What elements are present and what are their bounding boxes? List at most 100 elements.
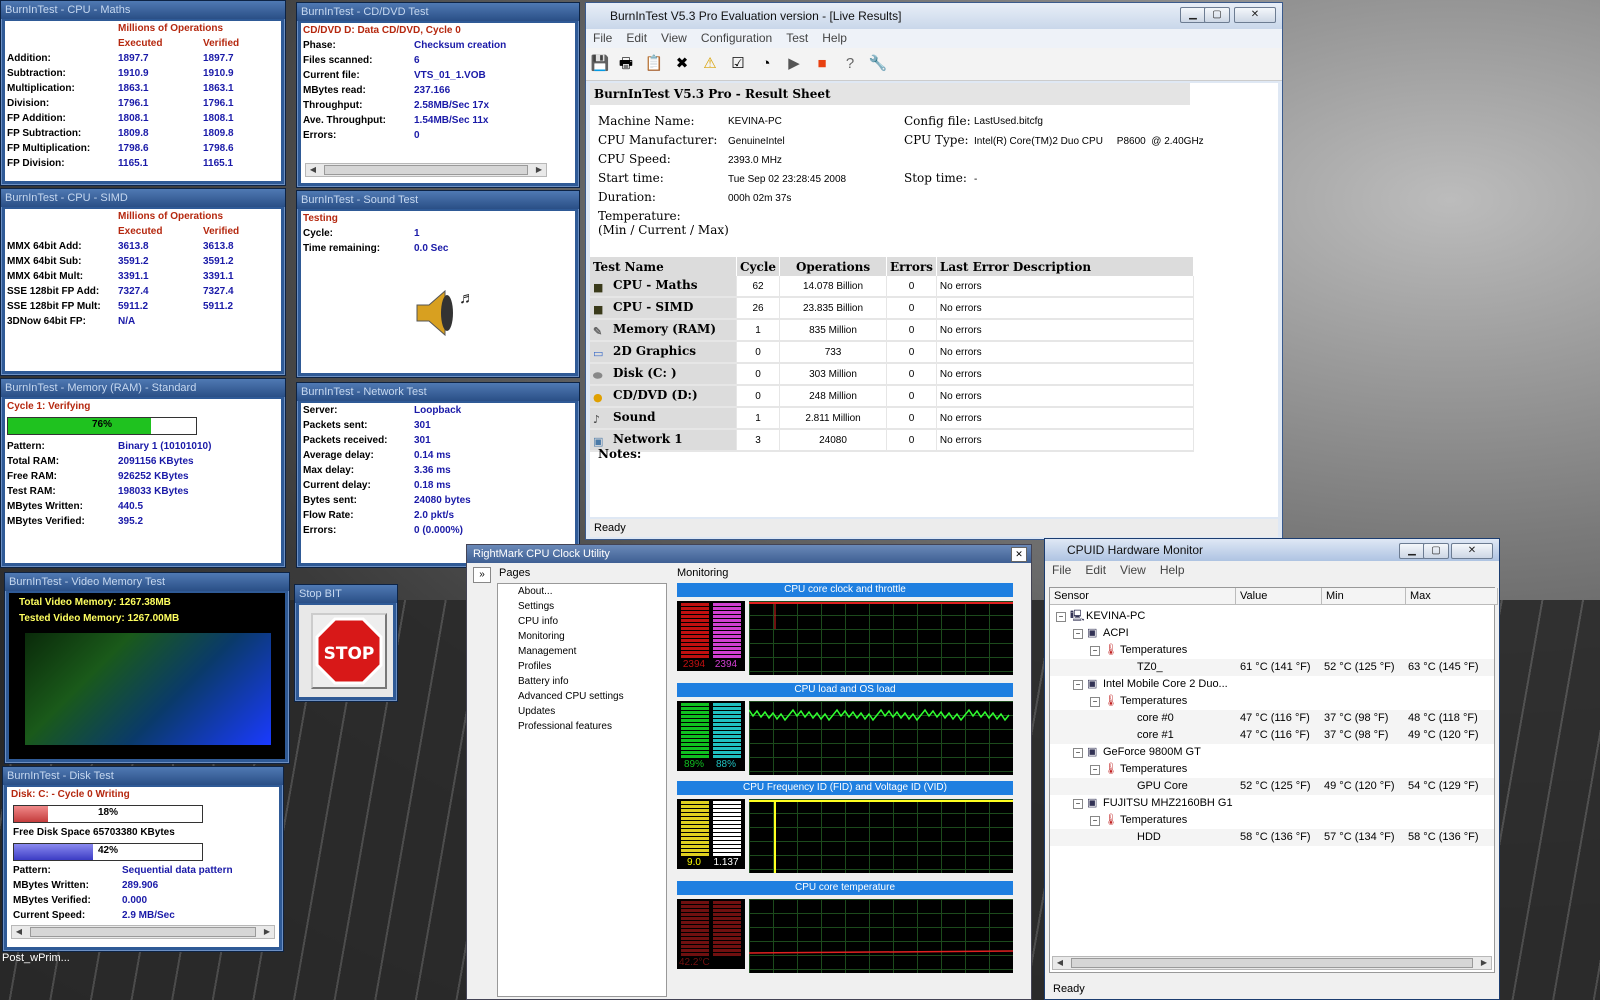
rightmark-close-button[interactable]: ✕ xyxy=(1011,547,1027,562)
menu-view[interactable]: View xyxy=(654,31,694,45)
hw-menu-help[interactable]: Help xyxy=(1153,563,1192,577)
error-desc-cell: No errors xyxy=(936,341,1194,364)
sensor-row[interactable]: − 🖳 KEVINA-PC xyxy=(1050,608,1494,625)
expand-icon[interactable]: − xyxy=(1073,629,1083,639)
cd-window[interactable]: BurnInTest - CD/DVD Test CD/DVD D: Data … xyxy=(296,2,580,188)
sensor-row[interactable]: − 🌡 Temperatures xyxy=(1050,693,1494,710)
page-item[interactable]: Advanced CPU settings xyxy=(498,689,666,704)
network-title[interactable]: BurnInTest - Network Test xyxy=(297,383,579,401)
disk-scrollbar[interactable]: ◀ ▶ xyxy=(11,925,275,939)
sensor-row[interactable]: GPU Core 52 °C (125 °F) 49 °C (120 °F) 54 °… xyxy=(1050,778,1494,795)
stop-icon[interactable]: ■ xyxy=(812,54,832,74)
stop-button[interactable]: STOP xyxy=(311,613,387,689)
page-item[interactable]: About... xyxy=(498,584,666,599)
sensor-row[interactable]: − ▣ Intel Mobile Core 2 Duo... xyxy=(1050,676,1494,693)
cd-scrollbar[interactable]: ◀ ▶ xyxy=(305,163,547,177)
video-window[interactable]: BurnInTest - Video Memory Test Total Vid… xyxy=(4,572,290,764)
pages-toggle-icon[interactable]: » xyxy=(473,567,491,583)
results-col-header[interactable]: Cycle xyxy=(736,257,781,276)
memory-title[interactable]: BurnInTest - Memory (RAM) - Standard xyxy=(1,379,285,397)
main-title[interactable]: BurnInTest V5.3 Pro Evaluation version -… xyxy=(586,3,1282,29)
expand-icon[interactable]: − xyxy=(1073,748,1083,758)
maths-title[interactable]: BurnInTest - CPU - Maths xyxy=(1,1,285,19)
hw-close-button[interactable]: ✕ xyxy=(1451,543,1493,559)
checklist-icon[interactable]: ☑ xyxy=(728,54,748,74)
print-icon[interactable]: 🖶 xyxy=(616,54,636,74)
network-window[interactable]: BurnInTest - Network Test ◀▶ Server:Loop… xyxy=(296,382,580,568)
rightmark-window[interactable]: RightMark CPU Clock Utility ✕ » Pages Mo… xyxy=(466,544,1032,1000)
page-item[interactable]: CPU info xyxy=(498,614,666,629)
hw-menu-edit[interactable]: Edit xyxy=(1078,563,1113,577)
hw-scrollbar[interactable]: ◀ ▶ xyxy=(1052,956,1492,970)
simd-title[interactable]: BurnInTest - CPU - SIMD xyxy=(1,189,285,207)
sensor-row[interactable]: HDD 58 °C (136 °F) 57 °C (134 °F) 58 °C (13… xyxy=(1050,829,1494,846)
expand-icon[interactable]: − xyxy=(1073,680,1083,690)
menu-help[interactable]: Help xyxy=(815,31,854,45)
hw-minimize-button[interactable]: ▁ xyxy=(1399,543,1425,559)
warning-icon[interactable]: ⚠ xyxy=(700,54,720,74)
results-col-header[interactable]: Test Name xyxy=(590,257,737,276)
sensor-row[interactable]: − ▣ ACPI xyxy=(1050,625,1494,642)
page-item[interactable]: Settings xyxy=(498,599,666,614)
expand-icon[interactable]: − xyxy=(1090,697,1100,707)
expand-icon[interactable]: − xyxy=(1090,765,1100,775)
stop-window[interactable]: Stop BIT STOP xyxy=(294,584,398,702)
page-item[interactable]: Profiles xyxy=(498,659,666,674)
expand-icon[interactable]: − xyxy=(1090,816,1100,826)
sensor-row[interactable]: − 🌡 Temperatures xyxy=(1050,642,1494,659)
stop-title[interactable]: Stop BIT xyxy=(295,585,397,603)
maximize-button[interactable]: ▢ xyxy=(1204,7,1230,23)
hw-menu-file[interactable]: File xyxy=(1045,563,1078,577)
sensor-row[interactable]: TZ0_ 61 °C (141 °F) 52 °C (125 °F) 63 °C (1… xyxy=(1050,659,1494,676)
tools-icon[interactable]: 🔧 xyxy=(868,54,888,74)
disk-title[interactable]: BurnInTest - Disk Test xyxy=(3,767,283,785)
clipboard-icon[interactable]: 📋 xyxy=(644,54,664,74)
results-col-header[interactable]: Last Error Description xyxy=(936,257,1194,276)
clear-icon[interactable]: ✖ xyxy=(672,54,692,74)
cd-title[interactable]: BurnInTest - CD/DVD Test xyxy=(297,3,579,21)
close-button[interactable]: ✕ xyxy=(1234,7,1276,23)
rightmark-title[interactable]: RightMark CPU Clock Utility xyxy=(467,545,1031,563)
menu-configuration[interactable]: Configuration xyxy=(694,31,779,45)
video-title[interactable]: BurnInTest - Video Memory Test xyxy=(5,573,289,591)
expand-icon[interactable]: − xyxy=(1056,612,1066,622)
results-col-header[interactable]: Errors xyxy=(886,257,937,276)
sensor-row[interactable]: core #0 47 °C (116 °F) 37 °C (98 °F) 48 °C … xyxy=(1050,710,1494,727)
col-min[interactable]: Min xyxy=(1322,588,1406,605)
results-col-header[interactable]: Operations xyxy=(779,257,888,276)
hwmonitor-window[interactable]: CPUID Hardware Monitor ▁ ▢ ✕ File Edit Vie… xyxy=(1044,538,1500,1000)
menu-file[interactable]: File xyxy=(586,31,619,45)
taskbar-item[interactable]: Post_wPrim... xyxy=(2,952,70,964)
sensor-row[interactable]: core #1 47 °C (116 °F) 37 °C (98 °F) 49 °C … xyxy=(1050,727,1494,744)
hw-menu-view[interactable]: View xyxy=(1113,563,1153,577)
disk-window[interactable]: BurnInTest - Disk Test Disk: C: - Cycle … xyxy=(2,766,284,952)
page-item[interactable]: Battery info xyxy=(498,674,666,689)
col-sensor[interactable]: Sensor xyxy=(1050,588,1236,605)
sound-window[interactable]: BurnInTest - Sound Test Testing ♬ Cycle:… xyxy=(296,190,580,378)
page-item[interactable]: Management xyxy=(498,644,666,659)
help-icon[interactable]: ? xyxy=(840,54,860,74)
page-item[interactable]: Monitoring xyxy=(498,629,666,644)
sensor-row[interactable]: − ▣ GeForce 9800M GT xyxy=(1050,744,1494,761)
maths-window[interactable]: BurnInTest - CPU - Maths Millions of Ope… xyxy=(0,0,286,186)
expand-icon[interactable]: − xyxy=(1073,799,1083,809)
page-item[interactable]: Professional features xyxy=(498,719,666,734)
memory-window[interactable]: BurnInTest - Memory (RAM) - Standard Cyc… xyxy=(0,378,286,568)
sensor-row[interactable]: − ▣ FUJITSU MHZ2160BH G1 xyxy=(1050,795,1494,812)
simd-window[interactable]: BurnInTest - CPU - SIMD Millions of Oper… xyxy=(0,188,286,376)
col-value[interactable]: Value xyxy=(1236,588,1322,605)
sound-title[interactable]: BurnInTest - Sound Test xyxy=(297,191,579,209)
play-icon[interactable]: ▶ xyxy=(784,54,804,74)
sensor-row[interactable]: − 🌡 Temperatures xyxy=(1050,761,1494,778)
menu-edit[interactable]: Edit xyxy=(619,31,654,45)
minimize-button[interactable]: ▁ xyxy=(1180,7,1206,23)
burnintest-main-window[interactable]: BurnInTest V5.3 Pro Evaluation version -… xyxy=(585,2,1283,540)
hw-maximize-button[interactable]: ▢ xyxy=(1423,543,1449,559)
menu-test[interactable]: Test xyxy=(779,31,815,45)
col-max[interactable]: Max xyxy=(1406,588,1498,605)
expand-icon[interactable]: − xyxy=(1090,646,1100,656)
sensor-row[interactable]: − 🌡 Temperatures xyxy=(1050,812,1494,829)
page-item[interactable]: Updates xyxy=(498,704,666,719)
save-icon[interactable]: 💾 xyxy=(590,54,610,74)
gauge-icon[interactable]: ◔ xyxy=(756,54,776,74)
